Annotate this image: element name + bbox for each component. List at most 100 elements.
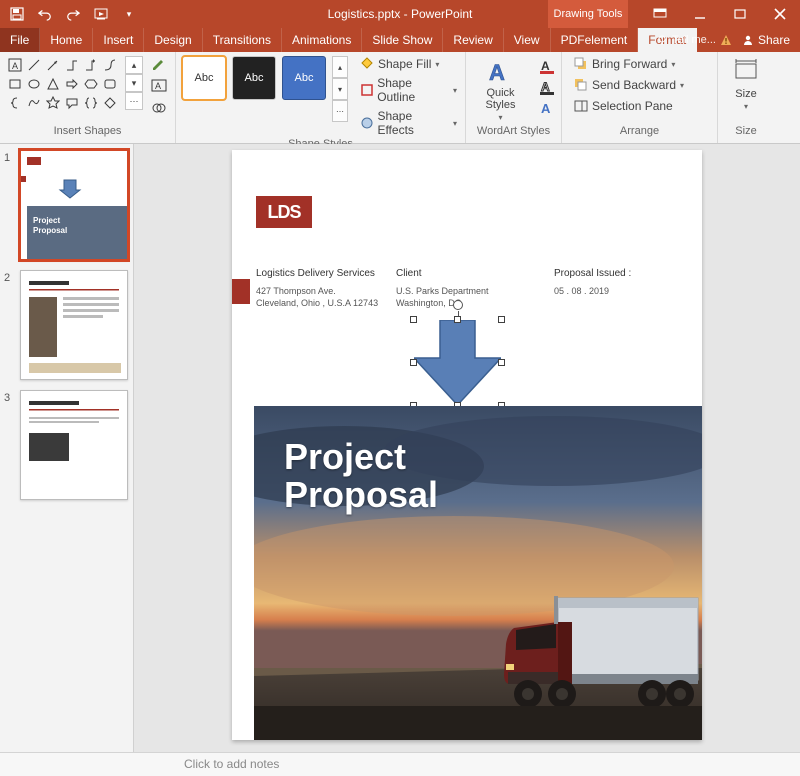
callout-shape-icon[interactable]: [63, 94, 81, 112]
shape-gallery[interactable]: A: [6, 56, 119, 112]
brace-shape-icon[interactable]: [6, 94, 24, 112]
notes-pane[interactable]: Click to add notes: [0, 752, 800, 776]
selected-arrow-shape[interactable]: [414, 320, 501, 405]
tab-pdfelement[interactable]: PDFelement: [551, 28, 639, 52]
group-label-arrange: Arrange: [568, 125, 711, 141]
group-arrange: Bring Forward▾ Send Backward▾ Selection …: [562, 52, 718, 143]
text-effects-icon[interactable]: A: [539, 100, 555, 116]
shape-effects-icon: [360, 116, 373, 130]
tell-me-search[interactable]: Tell me...: [656, 34, 732, 46]
resize-handle[interactable]: [498, 316, 505, 323]
right-arrow-shape-icon[interactable]: [63, 75, 81, 93]
slide-thumbnail-3[interactable]: [20, 390, 128, 500]
share-label: Share: [758, 33, 790, 47]
tab-home[interactable]: Home: [40, 28, 93, 52]
shape-style-black[interactable]: Abc: [232, 56, 276, 100]
svg-text:A: A: [155, 81, 161, 91]
svg-text:Project: Project: [33, 216, 60, 225]
tab-transitions[interactable]: Transitions: [203, 28, 282, 52]
tab-slideshow[interactable]: Slide Show: [362, 28, 443, 52]
slide-canvas[interactable]: LDS Logistics Delivery Services 427 Thom…: [134, 144, 800, 752]
quick-styles-button[interactable]: A Quick Styles ▾: [472, 56, 529, 124]
merge-shapes-icon[interactable]: [151, 100, 167, 116]
shape-style-gallery[interactable]: Abc Abc Abc: [182, 56, 326, 100]
style-gallery-down-icon[interactable]: ▾: [332, 78, 348, 100]
slide-hero-image: Project Proposal: [254, 406, 702, 740]
bring-forward-button[interactable]: Bring Forward▾: [572, 56, 686, 72]
size-button[interactable]: Size ▾: [728, 56, 764, 113]
qat-more-icon[interactable]: ▾: [122, 7, 136, 21]
tab-view[interactable]: View: [504, 28, 551, 52]
slide[interactable]: LDS Logistics Delivery Services 427 Thom…: [232, 150, 702, 740]
slide-thumbnail-2[interactable]: [20, 270, 128, 380]
resize-handle[interactable]: [498, 359, 505, 366]
oval-shape-icon[interactable]: [25, 75, 43, 93]
tab-animations[interactable]: Animations: [282, 28, 362, 52]
send-backward-button[interactable]: Send Backward▾: [572, 77, 686, 93]
shape-effects-button[interactable]: Shape Effects▾: [358, 108, 459, 138]
group-insert-shapes: A ▴ ▾ ⋯: [0, 52, 176, 143]
tab-file[interactable]: File: [0, 28, 40, 52]
svg-text:A: A: [12, 61, 18, 71]
gallery-expand-icon[interactable]: ⋯: [125, 92, 143, 110]
text-fill-icon[interactable]: A: [539, 58, 555, 74]
tab-review[interactable]: Review: [443, 28, 503, 52]
freeform-shape-icon[interactable]: [25, 94, 43, 112]
star-shape-icon[interactable]: [44, 94, 62, 112]
textbox-shape-icon[interactable]: A: [6, 56, 24, 74]
flowchart-shape-icon[interactable]: [101, 94, 119, 112]
triangle-shape-icon[interactable]: [44, 75, 62, 93]
close-icon[interactable]: [760, 0, 800, 28]
tell-me-label: Tell me...: [672, 34, 716, 46]
ribbon: A ▴ ▾ ⋯: [0, 52, 800, 144]
curve-connector-icon[interactable]: [101, 56, 119, 74]
start-from-beginning-icon[interactable]: [94, 7, 108, 21]
minimize-icon[interactable]: [680, 0, 720, 28]
resize-handle[interactable]: [410, 316, 417, 323]
slide-thumbnail-panel[interactable]: 1 Project Proposal 2: [0, 144, 134, 752]
group-size: Size ▾ Size: [718, 52, 774, 143]
ribbon-display-options-icon[interactable]: [640, 0, 680, 28]
elbow-arrow-connector-icon[interactable]: [82, 56, 100, 74]
shape-style-white[interactable]: Abc: [182, 56, 226, 100]
maximize-icon[interactable]: [720, 0, 760, 28]
tab-design[interactable]: Design: [144, 28, 202, 52]
bring-forward-icon: [574, 57, 588, 71]
thumb-number: 2: [4, 270, 16, 380]
edit-shape-icon[interactable]: [151, 56, 167, 72]
shape-fill-button[interactable]: Shape Fill▾: [358, 56, 459, 72]
share-button[interactable]: Share: [736, 33, 796, 47]
tab-insert[interactable]: Insert: [93, 28, 144, 52]
gallery-row-down-icon[interactable]: ▾: [125, 74, 143, 92]
editor-area: 1 Project Proposal 2: [0, 144, 800, 752]
slide-thumbnail-1[interactable]: Project Proposal: [20, 150, 128, 260]
text-box-icon[interactable]: A: [151, 78, 167, 94]
resize-handle[interactable]: [454, 316, 461, 323]
rotation-handle-icon[interactable]: [453, 300, 463, 310]
shape-style-blue[interactable]: Abc: [282, 56, 326, 100]
contextual-tab-label: Drawing Tools: [548, 0, 628, 28]
rounded-rect-shape-icon[interactable]: [101, 75, 119, 93]
slide-col2: Client U.S. Parks Department Washington,…: [396, 268, 489, 309]
save-icon[interactable]: [10, 7, 24, 21]
elbow-connector-icon[interactable]: [63, 56, 81, 74]
rectangle-shape-icon[interactable]: [6, 75, 24, 93]
shape-outline-button[interactable]: Shape Outline▾: [358, 75, 459, 105]
selection-pane-button[interactable]: Selection Pane: [572, 98, 686, 114]
lightbulb-icon: [656, 34, 668, 46]
line-arrow-shape-icon[interactable]: [44, 56, 62, 74]
resize-handle[interactable]: [410, 359, 417, 366]
group-label-wordart: WordArt Styles: [472, 125, 555, 141]
undo-icon[interactable]: [38, 7, 52, 21]
notes-placeholder: Click to add notes: [184, 757, 279, 771]
text-outline-icon[interactable]: A: [539, 79, 555, 95]
double-brace-shape-icon[interactable]: [82, 94, 100, 112]
hexagon-shape-icon[interactable]: [82, 75, 100, 93]
svg-text:A: A: [541, 101, 551, 116]
group-label-insert-shapes: Insert Shapes: [6, 125, 169, 141]
line-shape-icon[interactable]: [25, 56, 43, 74]
style-gallery-expand-icon[interactable]: ⋯: [332, 100, 348, 122]
gallery-row-up-icon[interactable]: ▴: [125, 56, 143, 74]
redo-icon[interactable]: [66, 7, 80, 21]
style-gallery-up-icon[interactable]: ▴: [332, 56, 348, 78]
